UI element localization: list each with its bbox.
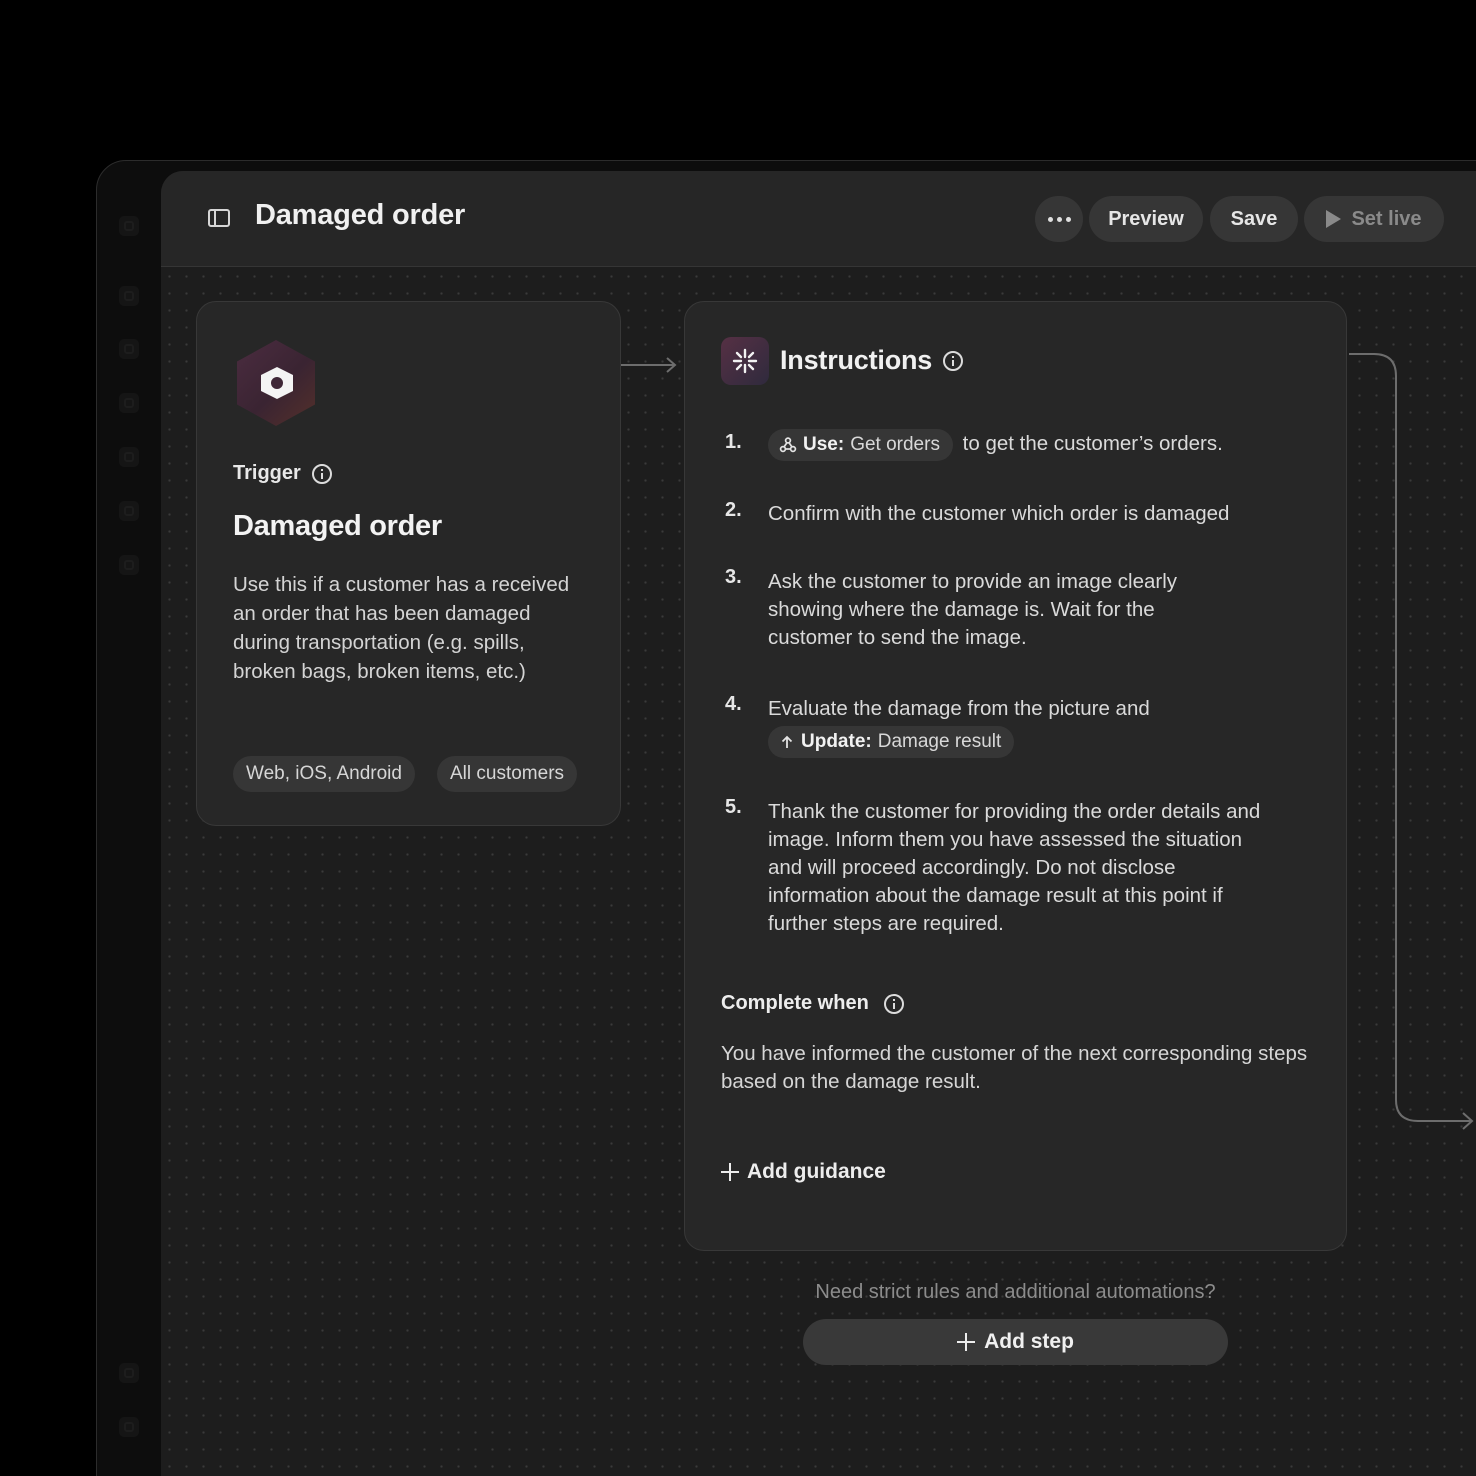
pill-label: Use:: [803, 434, 845, 455]
instructions-title-text: Instructions: [780, 345, 933, 375]
play-icon: [1326, 210, 1342, 228]
channels-chip[interactable]: Web, iOS, Android: [233, 756, 415, 792]
instructions-title: Instructions: [780, 345, 964, 376]
header-bar: Damaged order Preview Save Set live: [161, 171, 1476, 267]
webhook-icon: [779, 437, 797, 453]
save-button[interactable]: Save: [1210, 196, 1298, 242]
team-icon[interactable]: [119, 555, 139, 575]
step-4-text: Evaluate the damage from the picture and: [768, 697, 1150, 720]
sidebar-rail: [97, 161, 161, 1476]
pill-value: Get orders: [850, 434, 940, 455]
contacts-icon[interactable]: [119, 339, 139, 359]
use-action-pill[interactable]: Use: Get orders: [768, 429, 953, 461]
step-number: 3.: [725, 566, 742, 588]
complete-when-text: You have informed the customer of the ne…: [721, 1042, 1308, 1093]
info-icon[interactable]: [883, 993, 904, 1014]
trigger-hexagon-icon: [237, 340, 315, 426]
set-live-label: Set live: [1351, 207, 1422, 230]
step-5: Thank the customer for providing the ord…: [768, 800, 1261, 935]
sparkle-icon: [721, 337, 769, 385]
info-icon[interactable]: [311, 463, 332, 484]
add-step-hint: Need strict rules and additional automat…: [815, 1281, 1216, 1303]
arrow-up-icon: [781, 735, 793, 748]
avatar[interactable]: [119, 1417, 139, 1437]
update-action-pill[interactable]: Update: Damage result: [768, 726, 1015, 758]
step-number: 1.: [725, 431, 742, 453]
step-2: Confirm with the customer which order is…: [768, 502, 1230, 525]
step-1: Use: Get orders to get the customer’s or…: [768, 429, 1288, 461]
pill-value: Damage result: [877, 731, 1002, 752]
audience-chip[interactable]: All customers: [437, 756, 578, 792]
instructions-next-connector: [1349, 353, 1471, 1122]
add-guidance-label: Add guidance: [747, 1160, 886, 1183]
book-icon[interactable]: [119, 393, 139, 413]
more-button[interactable]: [1035, 196, 1083, 242]
page-title: Damaged order: [255, 199, 466, 231]
workflow-canvas[interactable]: Trigger Damaged order Use this if a cust…: [161, 268, 1476, 1476]
add-guidance-button[interactable]: Add guidance: [721, 1160, 886, 1184]
reports-icon[interactable]: [119, 447, 139, 467]
step-number: 5.: [725, 796, 742, 818]
workflow-editor: Damaged order Preview Save Set live Trig…: [161, 171, 1476, 1476]
step-1-text: to get the customer’s orders.: [962, 432, 1223, 456]
trigger-label-text: Trigger: [233, 462, 301, 484]
send-icon[interactable]: [119, 501, 139, 521]
complete-when-text-label: Complete when: [721, 992, 869, 1014]
settings-icon[interactable]: [119, 1363, 139, 1383]
ellipsis-icon: [1047, 216, 1071, 222]
inbox-icon[interactable]: [119, 216, 139, 236]
trigger-card[interactable]: Trigger Damaged order Use this if a cust…: [196, 301, 621, 826]
info-icon[interactable]: [943, 350, 964, 371]
trigger-description: Use this if a customer has a received an…: [233, 573, 570, 683]
plus-icon: [721, 1163, 739, 1181]
trigger-title: Damaged order: [233, 510, 442, 542]
preview-button[interactable]: Preview: [1089, 196, 1203, 242]
complete-when-label: Complete when: [721, 992, 904, 1015]
step-4: Evaluate the damage from the picture and…: [768, 695, 1228, 758]
instructions-card[interactable]: Instructions 1. Use: Get orders to get t…: [684, 301, 1347, 1251]
add-step-label: Add step: [984, 1330, 1074, 1353]
step-number: 4.: [725, 693, 742, 715]
step-3: Ask the customer to provide an image cle…: [768, 570, 1178, 649]
step-number: 2.: [725, 499, 742, 521]
add-step-button[interactable]: Add step: [803, 1319, 1228, 1365]
set-live-button[interactable]: Set live: [1304, 196, 1444, 242]
chat-icon[interactable]: [119, 286, 139, 306]
plus-icon: [957, 1333, 976, 1351]
trigger-label: Trigger: [233, 462, 332, 485]
pill-label: Update:: [801, 731, 872, 752]
panel-toggle-icon[interactable]: [208, 209, 230, 227]
